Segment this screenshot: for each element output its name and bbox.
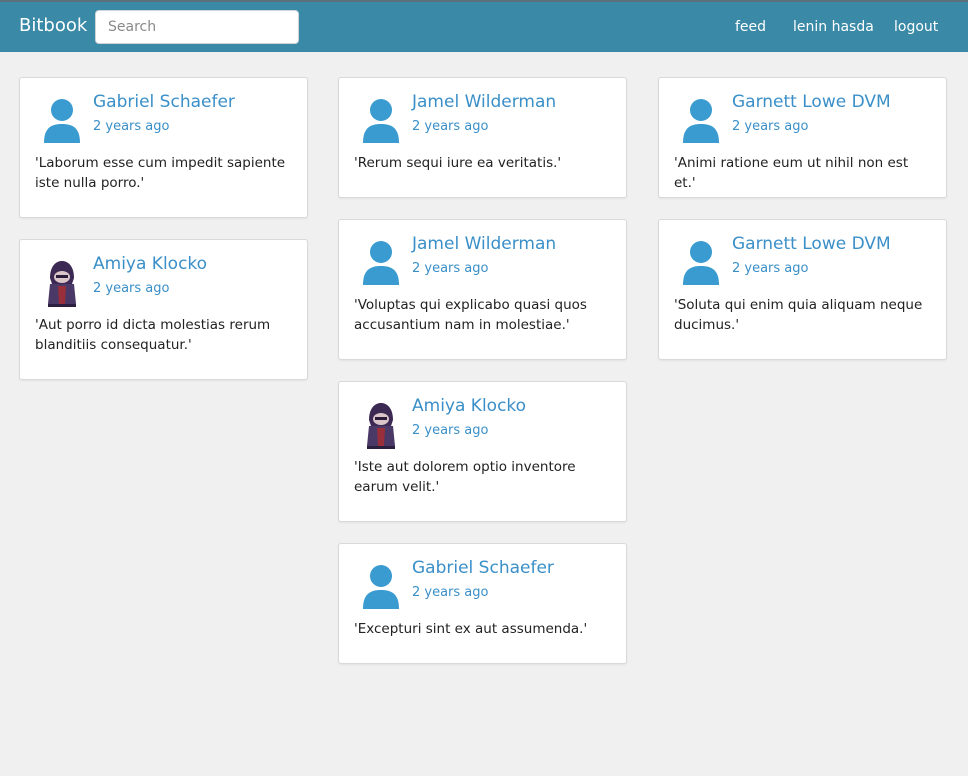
default-user-icon[interactable] bbox=[357, 562, 405, 612]
post-timestamp: 2 years ago bbox=[93, 119, 170, 134]
post-card: Jamel Wilderman 2 years ago 'Rerum sequi… bbox=[338, 77, 627, 198]
post-author-link[interactable]: Amiya Klocko bbox=[93, 254, 207, 274]
post-card: Jamel Wilderman 2 years ago 'Voluptas qu… bbox=[338, 219, 627, 360]
post-card: Gabriel Schaefer 2 years ago 'Excepturi … bbox=[338, 543, 627, 664]
post-timestamp: 2 years ago bbox=[412, 585, 489, 600]
search-input[interactable] bbox=[95, 10, 299, 44]
post-text: 'Iste aut dolorem optio inventore earum … bbox=[354, 459, 576, 495]
post-timestamp: 2 years ago bbox=[412, 261, 489, 276]
default-user-icon[interactable] bbox=[38, 96, 86, 146]
post-timestamp: 2 years ago bbox=[732, 261, 809, 276]
post-author-link[interactable]: Garnett Lowe DVM bbox=[732, 234, 891, 254]
post-text: 'Voluptas qui explicabo quasi quos accus… bbox=[354, 297, 587, 333]
post-author-link[interactable]: Amiya Klocko bbox=[412, 396, 526, 416]
post-text: 'Soluta qui enim quia aliquam neque duci… bbox=[674, 297, 923, 333]
post-card: Amiya Klocko 2 years ago 'Aut porro id d… bbox=[19, 239, 308, 380]
post-author-link[interactable]: Jamel Wilderman bbox=[412, 92, 556, 112]
nav-link-profile[interactable]: lenin hasda bbox=[793, 19, 874, 35]
post-text: 'Laborum esse cum impedit sapiente iste … bbox=[35, 155, 286, 191]
post-author-link[interactable]: Gabriel Schaefer bbox=[93, 92, 235, 112]
post-text: 'Rerum sequi iure ea veritatis.' bbox=[354, 155, 562, 171]
top-navbar: Bitbook feed lenin hasda logout bbox=[0, 0, 968, 52]
default-user-icon[interactable] bbox=[677, 238, 725, 288]
post-author-link[interactable]: Jamel Wilderman bbox=[412, 234, 556, 254]
post-text: 'Animi ratione eum ut nihil non est et.' bbox=[674, 155, 909, 191]
post-text: 'Excepturi sint ex aut assumenda.' bbox=[354, 621, 588, 637]
default-user-icon[interactable] bbox=[357, 96, 405, 146]
default-user-icon[interactable] bbox=[357, 238, 405, 288]
brand-logo[interactable]: Bitbook bbox=[19, 15, 87, 36]
post-timestamp: 2 years ago bbox=[93, 281, 170, 296]
post-card: Garnett Lowe DVM 2 years ago 'Soluta qui… bbox=[658, 219, 947, 360]
nav-link-feed[interactable]: feed bbox=[735, 19, 766, 35]
nav-link-logout[interactable]: logout bbox=[894, 19, 938, 35]
post-timestamp: 2 years ago bbox=[412, 119, 489, 134]
post-text: 'Aut porro id dicta molestias rerum blan… bbox=[35, 317, 271, 353]
post-card: Gabriel Schaefer 2 years ago 'Laborum es… bbox=[19, 77, 308, 218]
post-author-link[interactable]: Garnett Lowe DVM bbox=[732, 92, 891, 112]
default-user-icon[interactable] bbox=[677, 96, 725, 146]
post-author-link[interactable]: Gabriel Schaefer bbox=[412, 558, 554, 578]
post-card: Amiya Klocko 2 years ago 'Iste aut dolor… bbox=[338, 381, 627, 522]
hooded-character-avatar[interactable] bbox=[357, 400, 405, 450]
post-timestamp: 2 years ago bbox=[412, 423, 489, 438]
post-timestamp: 2 years ago bbox=[732, 119, 809, 134]
hooded-character-avatar[interactable] bbox=[38, 258, 86, 308]
post-card: Garnett Lowe DVM 2 years ago 'Animi rati… bbox=[658, 77, 947, 198]
